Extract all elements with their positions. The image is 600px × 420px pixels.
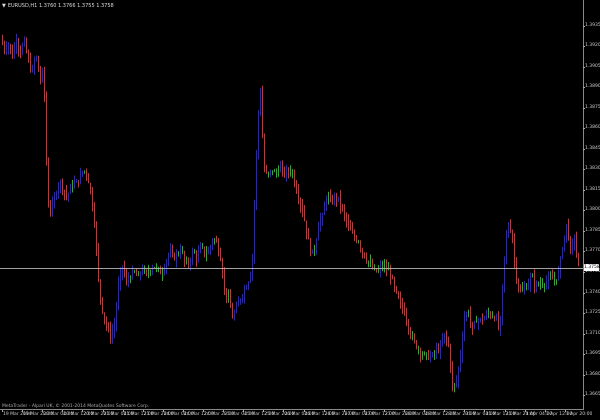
copyright-text: MetaTrader - Alpari UK, © 2001-2014 Meta… bbox=[2, 404, 150, 409]
price-label: 1.3905 bbox=[585, 63, 600, 69]
price-label: 1.3740 bbox=[585, 289, 600, 295]
price-label: 1.3665 bbox=[585, 392, 600, 398]
price-label: 1.3890 bbox=[585, 84, 600, 90]
price-label: 1.3785 bbox=[585, 227, 600, 233]
price-label: 1.3725 bbox=[585, 310, 600, 316]
price-label: 1.3920 bbox=[585, 43, 600, 49]
price-label: 1.3680 bbox=[585, 371, 600, 377]
chart-window[interactable]: ▼ EURUSD,H1 1.3760 1.3766 1.3755 1.3758 1… bbox=[0, 0, 600, 420]
chart-area[interactable] bbox=[0, 0, 583, 410]
price-chart[interactable] bbox=[0, 0, 583, 410]
price-label: 1.3845 bbox=[585, 145, 600, 151]
triangle-down-icon: ▼ bbox=[2, 3, 6, 9]
price-label: 1.3695 bbox=[585, 351, 600, 357]
current-price-label: 1.3758 bbox=[584, 264, 600, 272]
symbol-header-text: EURUSD,H1 1.3760 1.3766 1.3755 1.3758 bbox=[7, 3, 114, 9]
current-price-line bbox=[0, 267, 583, 269]
time-axis[interactable]: 19 Mar 2014 19 Mar 20:00 20 Mar 04:00 20 Ma… bbox=[0, 410, 600, 420]
symbol-header: ▼ EURUSD,H1 1.3760 1.3766 1.3755 1.3758 bbox=[2, 1, 114, 11]
time-label: 1 Apr 20:00 bbox=[565, 412, 593, 417]
price-label: 1.3800 bbox=[585, 207, 600, 213]
price-axis[interactable]: 1.3935 1.3920 1.3905 1.3890 1.3875 1.3860 1.38… bbox=[583, 0, 600, 410]
price-label: 1.3860 bbox=[585, 125, 600, 131]
price-label: 1.3875 bbox=[585, 104, 600, 110]
price-label: 1.3710 bbox=[585, 330, 600, 336]
price-label: 1.3815 bbox=[585, 186, 600, 192]
price-label: 1.3770 bbox=[585, 248, 600, 254]
price-label: 1.3935 bbox=[585, 22, 600, 28]
price-label: 1.3830 bbox=[585, 166, 600, 172]
